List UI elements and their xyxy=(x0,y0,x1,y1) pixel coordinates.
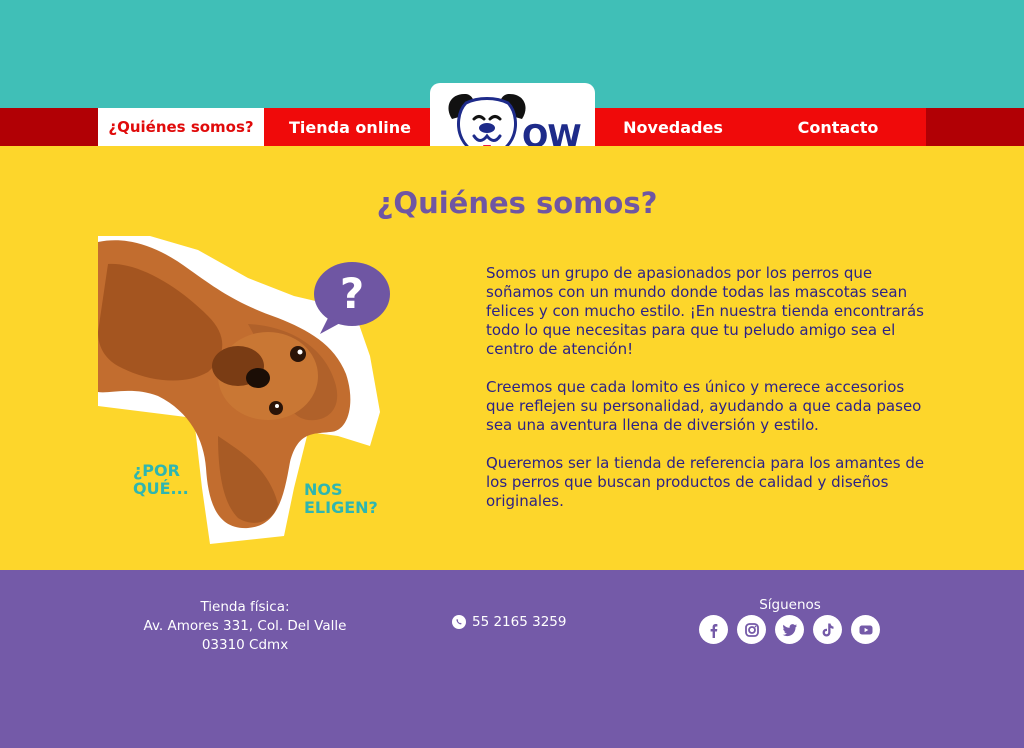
nav-item-tienda-online[interactable]: Tienda online xyxy=(270,108,430,146)
footer: Tienda física: Av. Amores 331, Col. Del … xyxy=(0,570,1024,748)
follow-label: Síguenos xyxy=(759,597,821,613)
about-text: Somos un grupo de apasionados por los pe… xyxy=(486,264,926,530)
about-paragraph: Somos un grupo de apasionados por los pe… xyxy=(486,264,924,358)
instagram-icon[interactable] xyxy=(737,615,766,644)
store-address: Tienda física: Av. Amores 331, Col. Del … xyxy=(130,598,360,655)
nos-eligen-line1: NOS xyxy=(304,480,343,499)
whatsapp-icon xyxy=(452,615,466,629)
phone-number: 55 2165 3259 xyxy=(472,614,567,630)
facebook-icon[interactable] xyxy=(699,615,728,644)
about-paragraph: Queremos ser la tienda de referencia par… xyxy=(486,454,925,510)
address-line-2: 03310 Cdmx xyxy=(201,637,289,653)
nos-eligen-line2: ELIGEN? xyxy=(304,498,378,517)
nos-eligen-label: NOS ELIGEN? xyxy=(304,481,378,517)
page-title: ¿Quiénes somos? xyxy=(376,186,658,220)
svg-text:?: ? xyxy=(340,269,364,318)
phone-contact[interactable]: 55 2165 3259 xyxy=(452,614,566,630)
por-que-line2: QUÉ... xyxy=(133,479,189,498)
nav-item-novedades[interactable]: Novedades xyxy=(594,108,752,146)
youtube-icon[interactable] xyxy=(851,615,880,644)
store-label: Tienda física: xyxy=(200,599,290,615)
address-line-1: Av. Amores 331, Col. Del Valle xyxy=(143,618,347,634)
about-paragraph: Creemos que cada lomito es único y merec… xyxy=(486,378,922,434)
por-que-line1: ¿POR xyxy=(133,461,180,480)
nav-item-contacto[interactable]: Contacto xyxy=(762,108,914,146)
nav-item-quienes-somos[interactable]: ¿Quiénes somos? xyxy=(98,108,264,146)
social-links xyxy=(699,615,880,644)
tiktok-icon[interactable] xyxy=(813,615,842,644)
por-que-label: ¿POR QUÉ... xyxy=(133,462,189,498)
twitter-icon[interactable] xyxy=(775,615,804,644)
